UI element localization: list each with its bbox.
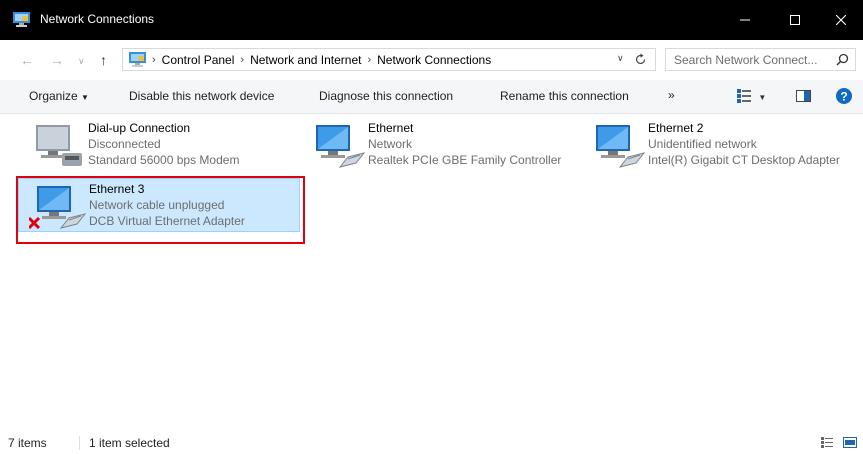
- minimize-icon: [740, 19, 750, 21]
- address-dropdown-chevron-icon[interactable]: ∨: [617, 53, 624, 64]
- breadcrumb-network-and-internet[interactable]: Network and Internet: [250, 53, 361, 67]
- item-status: Network: [368, 137, 413, 151]
- item-status: Unidentified network: [648, 137, 757, 151]
- recent-locations-chevron-icon[interactable]: ∨: [78, 53, 85, 69]
- back-arrow-icon[interactable]: ←: [20, 52, 34, 68]
- large-icons-view-icon[interactable]: [843, 437, 857, 448]
- preview-pane-icon[interactable]: [796, 90, 811, 102]
- highlight-box: [16, 176, 305, 244]
- view-options-icon: [737, 89, 751, 103]
- maximize-button[interactable]: [772, 0, 818, 40]
- item-device: Realtek PCIe GBE Family Controller: [368, 153, 562, 167]
- control-panel-icon: [129, 52, 146, 67]
- item-name: Ethernet: [368, 121, 414, 135]
- organize-label: Organize: [29, 89, 78, 103]
- item-status: Disconnected: [88, 137, 161, 151]
- network-icon: [316, 125, 366, 168]
- search-icon[interactable]: [836, 53, 849, 66]
- close-button[interactable]: [818, 0, 863, 40]
- item-device: Standard 56000 bps Modem: [88, 153, 240, 167]
- svg-text:?: ?: [840, 90, 847, 104]
- status-bar: 7 items 1 item selected: [0, 430, 863, 454]
- forward-arrow-icon[interactable]: →: [50, 52, 64, 68]
- modem-icon: [36, 125, 82, 166]
- chevron-right-icon[interactable]: ›: [367, 54, 371, 66]
- change-view-button[interactable]: ▼: [737, 89, 766, 106]
- close-icon: [836, 15, 846, 25]
- selection-count: 1 item selected: [89, 436, 170, 450]
- list-item[interactable]: Ethernet 2 Unidentified network Intel(R)…: [578, 118, 860, 172]
- search-input[interactable]: [674, 52, 824, 67]
- breadcrumb-control-panel[interactable]: Control Panel: [162, 53, 235, 67]
- up-arrow-icon[interactable]: ↑: [100, 52, 107, 68]
- breadcrumb-network-connections[interactable]: Network Connections: [377, 53, 491, 67]
- item-text: Dial-up Connection Disconnected Standard…: [88, 120, 239, 168]
- view-dropdown-caret-icon: ▼: [758, 93, 767, 102]
- dropdown-caret-icon: ▼: [81, 93, 89, 102]
- connections-list: Dial-up Connection Disconnected Standard…: [0, 114, 863, 430]
- item-device: Intel(R) Gigabit CT Desktop Adapter: [648, 153, 840, 167]
- status-divider: [79, 436, 80, 450]
- item-name: Ethernet 2: [648, 121, 704, 135]
- breadcrumb: › Control Panel › Network and Internet ›…: [123, 49, 491, 70]
- disable-device-button[interactable]: Disable this network device: [129, 89, 274, 103]
- window-title: Network Connections: [40, 12, 155, 26]
- diagnose-connection-button[interactable]: Diagnose this connection: [319, 89, 453, 103]
- network-icon: [596, 125, 646, 168]
- address-box[interactable]: › Control Panel › Network and Internet ›…: [122, 48, 656, 71]
- minimize-button[interactable]: [722, 0, 768, 40]
- item-count: 7 items: [8, 436, 47, 450]
- search-box[interactable]: [665, 48, 856, 71]
- list-item[interactable]: Ethernet Network Realtek PCIe GBE Family…: [298, 118, 578, 172]
- item-text: Ethernet 2 Unidentified network Intel(R)…: [648, 120, 840, 168]
- more-commands-button[interactable]: »: [668, 88, 675, 102]
- list-item[interactable]: Dial-up Connection Disconnected Standard…: [18, 118, 288, 172]
- maximize-icon: [790, 15, 800, 25]
- item-text: Ethernet Network Realtek PCIe GBE Family…: [368, 120, 561, 168]
- refresh-icon[interactable]: [634, 53, 647, 66]
- chevron-right-icon[interactable]: ›: [152, 54, 156, 66]
- rename-connection-button[interactable]: Rename this connection: [500, 89, 629, 103]
- command-bar: Organize ▼ Disable this network device D…: [0, 80, 863, 114]
- item-name: Dial-up Connection: [88, 121, 191, 135]
- title-bar: Network Connections: [0, 0, 863, 40]
- help-icon[interactable]: ?: [836, 88, 852, 104]
- chevron-right-icon[interactable]: ›: [240, 54, 244, 66]
- organize-button[interactable]: Organize ▼: [29, 89, 89, 103]
- details-view-icon[interactable]: [821, 437, 833, 448]
- network-connections-app-icon: [13, 12, 30, 27]
